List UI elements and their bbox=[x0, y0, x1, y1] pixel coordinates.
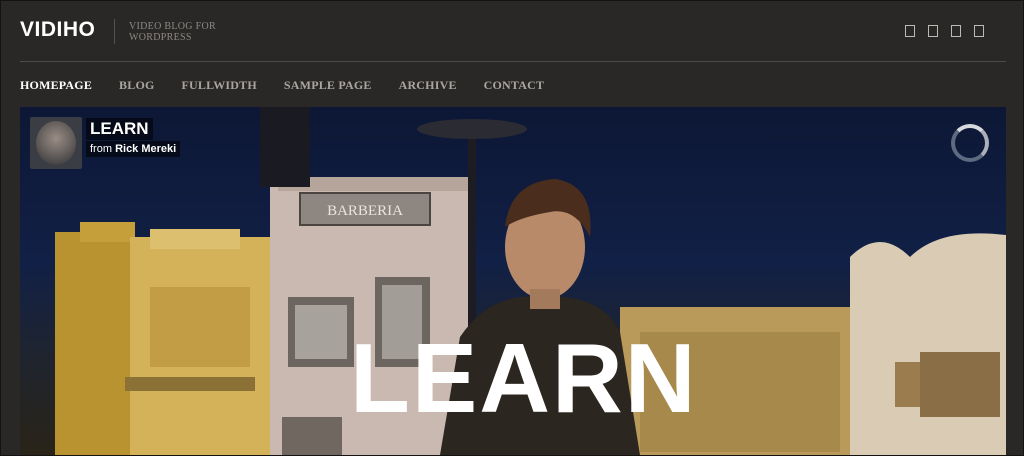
nav-item-blog[interactable]: BLOG bbox=[119, 78, 154, 93]
social-icon[interactable] bbox=[905, 25, 915, 37]
social-icons bbox=[905, 25, 984, 37]
avatar-image bbox=[36, 121, 76, 165]
header-divider bbox=[20, 61, 1006, 62]
nav-item-archive[interactable]: ARCHIVE bbox=[399, 78, 457, 93]
loading-spinner-icon bbox=[951, 124, 989, 162]
page-frame: VIDIHO VIDEO BLOG FOR WORDPRESS HOMEPAGE… bbox=[0, 0, 1024, 456]
video-title[interactable]: LEARN bbox=[86, 118, 153, 140]
building-left bbox=[55, 232, 135, 455]
author-avatar[interactable] bbox=[30, 117, 82, 169]
social-icon[interactable] bbox=[928, 25, 938, 37]
video-byline: from Rick Mereki bbox=[86, 141, 181, 157]
main-nav: HOMEPAGE BLOG FULLWIDTH SAMPLE PAGE ARCH… bbox=[20, 78, 571, 93]
social-icon[interactable] bbox=[974, 25, 984, 37]
social-icon[interactable] bbox=[951, 25, 961, 37]
video-overlay-title: LEARN bbox=[350, 323, 698, 433]
video-player[interactable]: BARBERIA LEARN LEARN from Rick Mereki bbox=[20, 107, 1006, 455]
barber-sign: BARBERIA bbox=[327, 203, 403, 219]
byline-from: from bbox=[90, 143, 112, 155]
building-right bbox=[850, 233, 1006, 455]
nav-item-sample-page[interactable]: SAMPLE PAGE bbox=[284, 78, 372, 93]
site-tagline: VIDEO BLOG FOR WORDPRESS bbox=[129, 21, 216, 43]
logo-divider bbox=[114, 19, 115, 44]
site-logo[interactable]: VIDIHO bbox=[20, 18, 95, 42]
nav-item-homepage[interactable]: HOMEPAGE bbox=[20, 78, 92, 93]
byline-author[interactable]: Rick Mereki bbox=[115, 143, 176, 155]
nav-item-contact[interactable]: CONTACT bbox=[484, 78, 545, 93]
nav-item-fullwidth[interactable]: FULLWIDTH bbox=[182, 78, 257, 93]
